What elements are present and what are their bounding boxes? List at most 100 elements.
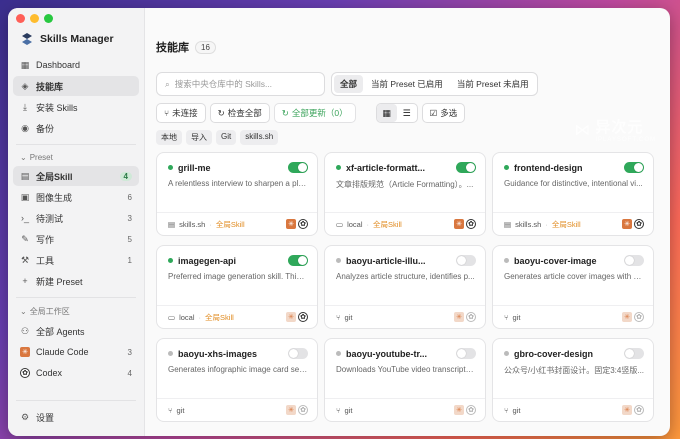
agent-icons: ✳ ✿ bbox=[622, 312, 644, 322]
filter-import[interactable]: 导入 bbox=[186, 130, 212, 145]
sidebar-item-install[interactable]: ⤓ 安装 Skills bbox=[13, 97, 139, 117]
claude-icon[interactable]: ✳ bbox=[622, 312, 632, 322]
preset-item-writing[interactable]: ✎ 写作 5 bbox=[13, 229, 139, 249]
skill-card[interactable]: baoyu-xhs-images Generates infographic i… bbox=[156, 338, 318, 422]
chevron-down-icon: ⌄ bbox=[20, 307, 27, 316]
enable-toggle[interactable] bbox=[288, 162, 308, 173]
workspace-item-codex[interactable]: ✿ Codex 4 bbox=[13, 363, 139, 383]
watermark-logo-icon: ⋈ bbox=[574, 121, 591, 139]
skill-card[interactable]: xf-article-formatt... 文章排版规范（Article For… bbox=[324, 152, 486, 236]
status-dot bbox=[336, 351, 341, 356]
claude-icon[interactable]: ✳ bbox=[622, 405, 632, 415]
skill-card[interactable]: imagegen-api Preferred image generation … bbox=[156, 245, 318, 329]
separator: · bbox=[198, 312, 202, 322]
skill-card[interactable]: baoyu-article-illu... Analyzes article s… bbox=[324, 245, 486, 329]
search-input[interactable]: ⌕ 搜索中央仓库中的 Skills... bbox=[156, 72, 325, 96]
card-footer: ▤ skills.sh · 全局Skill ✳ ✿ bbox=[493, 212, 653, 235]
skill-name: grill-me bbox=[178, 162, 211, 173]
settings-button[interactable]: ⚙ 设置 bbox=[13, 407, 139, 427]
zoom-window-button[interactable] bbox=[44, 14, 53, 23]
terminal-icon: ›_ bbox=[20, 213, 29, 223]
claude-icon[interactable]: ✳ bbox=[454, 312, 464, 322]
claude-icon[interactable]: ✳ bbox=[454, 219, 464, 229]
enable-toggle[interactable] bbox=[456, 348, 476, 359]
disconnected-button[interactable]: ⑂ 未连接 bbox=[156, 103, 206, 123]
preset-item-image-gen[interactable]: ▣ 图像生成 6 bbox=[13, 187, 139, 207]
sidebar-item-backup[interactable]: ◉ 备份 bbox=[13, 118, 139, 138]
skill-card[interactable]: grill-me A relentless interview to sharp… bbox=[156, 152, 318, 236]
preset-item-global[interactable]: ▤ 全局Skill 4 bbox=[13, 166, 139, 186]
enable-toggle[interactable] bbox=[456, 255, 476, 266]
enable-toggle[interactable] bbox=[624, 255, 644, 266]
claude-icon[interactable]: ✳ bbox=[286, 405, 296, 415]
source-icon: ▤ bbox=[168, 219, 176, 229]
codex-icon[interactable]: ✿ bbox=[298, 312, 308, 322]
divider bbox=[16, 297, 136, 298]
codex-icon[interactable]: ✿ bbox=[466, 405, 476, 415]
skill-card[interactable]: gbro-cover-design 公众号/小红书封面设计。固定3:4竖版...… bbox=[492, 338, 654, 422]
preset-section-title[interactable]: ⌄ Preset bbox=[8, 151, 144, 165]
card-header: xf-article-formatt... bbox=[336, 162, 476, 173]
claude-icon[interactable]: ✳ bbox=[286, 219, 296, 229]
search-placeholder: 搜索中央仓库中的 Skills... bbox=[174, 79, 273, 89]
workspace-item-claude-code[interactable]: ✳ Claude Code 3 bbox=[13, 342, 139, 362]
card-header: frontend-design bbox=[504, 162, 644, 173]
skill-description: Downloads YouTube video transcripts... bbox=[336, 365, 476, 374]
status-dot bbox=[168, 258, 173, 263]
sidebar-item-dashboard[interactable]: ▦ Dashboard bbox=[13, 55, 139, 75]
separator: · bbox=[209, 219, 212, 229]
claude-icon[interactable]: ✳ bbox=[286, 312, 296, 322]
codex-icon[interactable]: ✿ bbox=[634, 219, 644, 229]
segment-all[interactable]: 全部 bbox=[334, 75, 364, 93]
enable-toggle[interactable] bbox=[624, 348, 644, 359]
skill-scope: 全局Skill bbox=[215, 219, 245, 229]
agent-icons: ✳ ✿ bbox=[454, 219, 476, 229]
enable-toggle[interactable] bbox=[456, 162, 476, 173]
grid-view-icon[interactable]: ▦ bbox=[376, 104, 397, 122]
file-icon: ▤ bbox=[20, 170, 30, 181]
preset-item-tools[interactable]: ⚒ 工具 1 bbox=[13, 250, 139, 270]
skill-description: A relentless interview to sharpen a pla.… bbox=[168, 179, 308, 188]
grid-icon: ▦ bbox=[20, 59, 30, 70]
claude-icon[interactable]: ✳ bbox=[454, 405, 464, 415]
minimize-window-button[interactable] bbox=[30, 14, 39, 23]
skill-card[interactable]: frontend-design Guidance for distinctive… bbox=[492, 152, 654, 236]
codex-icon[interactable]: ✿ bbox=[466, 219, 476, 229]
skill-description: Guidance for distinctive, intentional vi… bbox=[504, 179, 643, 188]
agent-icons: ✳ ✿ bbox=[286, 405, 308, 415]
list-view-icon[interactable]: ☰ bbox=[397, 104, 417, 122]
segment-disabled[interactable]: 当前 Preset 未启用 bbox=[451, 75, 535, 93]
codex-icon[interactable]: ✿ bbox=[298, 219, 308, 229]
codex-icon[interactable]: ✿ bbox=[634, 405, 644, 415]
codex-icon[interactable]: ✿ bbox=[298, 405, 308, 415]
skill-card[interactable]: baoyu-youtube-tr... Downloads YouTube vi… bbox=[324, 338, 486, 422]
workspace-item-all-agents[interactable]: ⚇ 全部 Agents bbox=[13, 321, 139, 341]
card-footer: ⑂ git ✳ ✿ bbox=[157, 398, 317, 421]
filter-local[interactable]: 本地 bbox=[156, 130, 182, 145]
check-all-button[interactable]: ↻ 检查全部 bbox=[209, 103, 270, 123]
sidebar-item-library[interactable]: ◈ 技能库 bbox=[13, 76, 139, 96]
close-window-button[interactable] bbox=[16, 14, 25, 23]
skill-card[interactable]: baoyu-cover-image Generates article cove… bbox=[492, 245, 654, 329]
skill-description: Generates article cover images with 5... bbox=[504, 272, 644, 281]
divider bbox=[16, 400, 136, 401]
preset-item-testing[interactable]: ›_ 待测试 3 bbox=[13, 208, 139, 228]
multi-select-button[interactable]: ☑ 多选 bbox=[421, 103, 466, 123]
enable-toggle[interactable] bbox=[288, 255, 308, 266]
preset-count: 6 bbox=[127, 192, 132, 202]
filter-git[interactable]: Git bbox=[216, 130, 237, 145]
new-preset-button[interactable]: + 新建 Preset bbox=[13, 271, 139, 291]
codex-icon[interactable]: ✿ bbox=[634, 312, 644, 322]
claude-icon[interactable]: ✳ bbox=[622, 219, 632, 229]
source-icon: ⑂ bbox=[504, 312, 509, 322]
enable-toggle[interactable] bbox=[288, 348, 308, 359]
enable-toggle[interactable] bbox=[624, 162, 644, 173]
filter-skills-sh[interactable]: skills.sh bbox=[240, 130, 279, 145]
workspace-section-title[interactable]: ⌄ 全局工作区 bbox=[8, 304, 144, 320]
segment-enabled[interactable]: 当前 Preset 已启用 bbox=[365, 75, 449, 93]
card-footer: ▤ skills.sh · 全局Skill ✳ ✿ bbox=[157, 212, 317, 235]
codex-icon[interactable]: ✿ bbox=[466, 312, 476, 322]
workspace-count: 3 bbox=[127, 347, 132, 357]
update-all-button[interactable]: ↻ 全部更新（0） bbox=[273, 103, 356, 123]
gear-icon: ⚙ bbox=[20, 411, 30, 422]
